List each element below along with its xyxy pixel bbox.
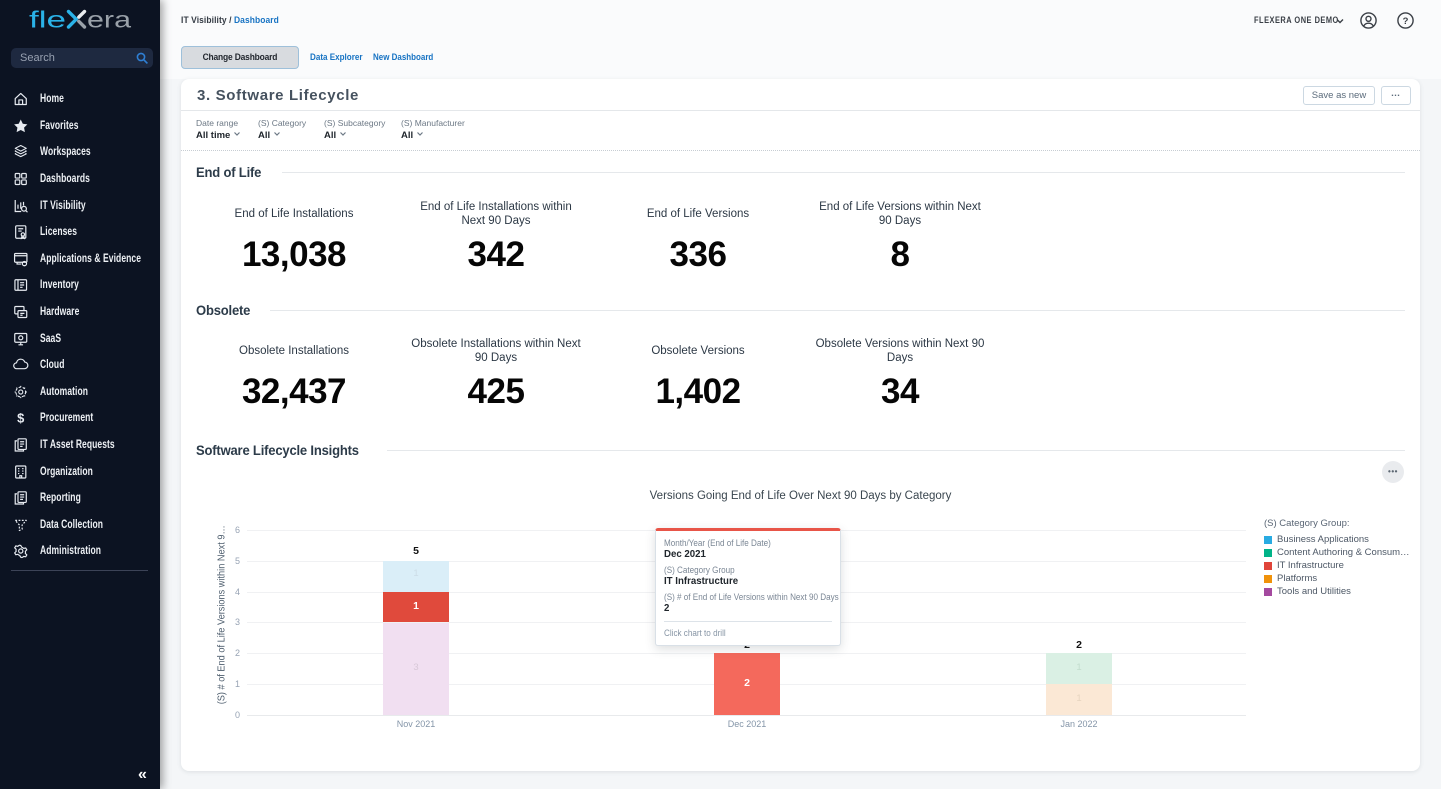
svg-text:$: $ bbox=[17, 411, 24, 426]
svg-text:fle: fle bbox=[29, 7, 66, 33]
svg-text:?: ? bbox=[1402, 16, 1408, 27]
svg-text:era: era bbox=[87, 7, 131, 33]
